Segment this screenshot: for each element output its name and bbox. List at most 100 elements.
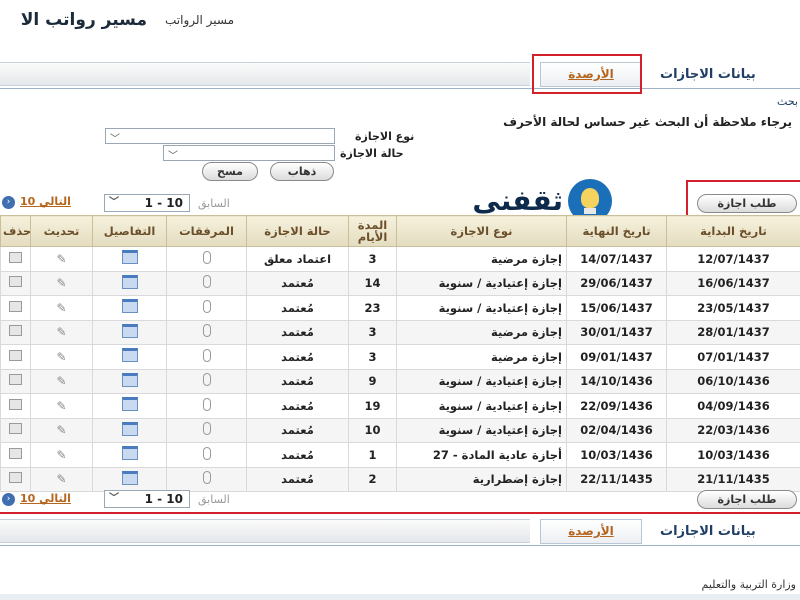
next-arrow-icon[interactable]: › xyxy=(2,196,15,209)
details-icon[interactable] xyxy=(121,372,138,387)
next-arrow-icon[interactable]: › xyxy=(2,493,15,506)
col-status[interactable]: حالة الاجازة xyxy=(246,215,349,247)
details-icon[interactable] xyxy=(121,397,138,412)
delete-icon[interactable] xyxy=(9,251,22,263)
details-icon[interactable] xyxy=(121,274,138,289)
update-cell[interactable]: ✎ xyxy=(30,466,93,492)
pencil-icon[interactable]: ✎ xyxy=(56,448,66,462)
tab-leave-data[interactable]: بيانات الاجازات xyxy=(660,67,756,82)
attachments-cell[interactable] xyxy=(166,393,247,419)
details-cell[interactable] xyxy=(92,270,167,296)
delete-cell[interactable] xyxy=(0,442,31,468)
leave-type-select[interactable]: ﹀ xyxy=(105,128,335,145)
delete-icon[interactable] xyxy=(9,276,22,288)
attachments-cell[interactable] xyxy=(166,417,247,443)
paperclip-icon[interactable] xyxy=(202,324,211,338)
details-icon[interactable] xyxy=(121,250,138,265)
details-cell[interactable] xyxy=(92,393,167,419)
details-cell[interactable] xyxy=(92,417,167,443)
update-cell[interactable]: ✎ xyxy=(30,295,93,321)
delete-icon[interactable] xyxy=(9,325,22,337)
details-cell[interactable] xyxy=(92,246,167,272)
update-cell[interactable]: ✎ xyxy=(30,319,93,345)
details-icon[interactable] xyxy=(121,446,138,461)
paperclip-icon[interactable] xyxy=(202,250,211,264)
delete-icon[interactable] xyxy=(9,398,22,410)
details-cell[interactable] xyxy=(92,442,167,468)
attachments-cell[interactable] xyxy=(166,270,247,296)
details-icon[interactable] xyxy=(121,299,138,314)
delete-cell[interactable] xyxy=(0,368,31,394)
paperclip-icon[interactable] xyxy=(202,471,211,485)
delete-cell[interactable] xyxy=(0,417,31,443)
request-leave-button-bottom[interactable]: طلب اجازة xyxy=(697,490,797,509)
tab-leave-data-bottom[interactable]: بيانات الاجازات xyxy=(660,524,756,539)
details-cell[interactable] xyxy=(92,368,167,394)
update-cell[interactable]: ✎ xyxy=(30,393,93,419)
details-icon[interactable] xyxy=(121,421,138,436)
update-cell[interactable]: ✎ xyxy=(30,270,93,296)
delete-icon[interactable] xyxy=(9,472,22,484)
delete-icon[interactable] xyxy=(9,447,22,459)
pencil-icon[interactable]: ✎ xyxy=(56,252,66,266)
attachments-cell[interactable] xyxy=(166,368,247,394)
delete-cell[interactable] xyxy=(0,295,31,321)
attachments-cell[interactable] xyxy=(166,319,247,345)
go-button[interactable]: ذهاب xyxy=(270,162,334,181)
details-icon[interactable] xyxy=(121,348,138,363)
paperclip-icon[interactable] xyxy=(202,373,211,387)
attachments-cell[interactable] xyxy=(166,466,247,492)
details-icon[interactable] xyxy=(121,470,138,485)
pencil-icon[interactable]: ✎ xyxy=(56,301,66,315)
prev-link[interactable]: السابق xyxy=(198,197,230,210)
col-duration[interactable]: المدة الأيام xyxy=(348,215,397,247)
pencil-icon[interactable]: ✎ xyxy=(56,423,66,437)
tab-balances-bottom[interactable]: الأرصدة xyxy=(540,519,642,544)
paperclip-icon[interactable] xyxy=(202,275,211,289)
update-cell[interactable]: ✎ xyxy=(30,417,93,443)
paperclip-icon[interactable] xyxy=(202,299,211,313)
leave-status-select[interactable]: ﹀ xyxy=(163,145,335,162)
range-select[interactable]: ﹀ 1 - 10 xyxy=(104,194,190,212)
next-link[interactable]: 10 التالي xyxy=(20,195,71,208)
attachments-cell[interactable] xyxy=(166,246,247,272)
attachments-cell[interactable] xyxy=(166,295,247,321)
update-cell[interactable]: ✎ xyxy=(30,246,93,272)
delete-cell[interactable] xyxy=(0,270,31,296)
delete-cell[interactable] xyxy=(0,319,31,345)
paperclip-icon[interactable] xyxy=(202,422,211,436)
details-cell[interactable] xyxy=(92,319,167,345)
details-cell[interactable] xyxy=(92,344,167,370)
delete-cell[interactable] xyxy=(0,393,31,419)
search-link[interactable]: بحث xyxy=(777,95,798,108)
update-cell[interactable]: ✎ xyxy=(30,368,93,394)
delete-icon[interactable] xyxy=(9,300,22,312)
pencil-icon[interactable]: ✎ xyxy=(56,276,66,290)
attachments-cell[interactable] xyxy=(166,344,247,370)
payroll-link[interactable]: مسير الرواتب xyxy=(165,13,234,27)
col-end-date[interactable]: تاريخ النهاية xyxy=(566,215,667,247)
pencil-icon[interactable]: ✎ xyxy=(56,374,66,388)
pencil-icon[interactable]: ✎ xyxy=(56,350,66,364)
delete-cell[interactable] xyxy=(0,246,31,272)
details-cell[interactable] xyxy=(92,466,167,492)
attachments-cell[interactable] xyxy=(166,442,247,468)
delete-cell[interactable] xyxy=(0,344,31,370)
update-cell[interactable]: ✎ xyxy=(30,344,93,370)
pencil-icon[interactable]: ✎ xyxy=(56,472,66,486)
pencil-icon[interactable]: ✎ xyxy=(56,399,66,413)
details-icon[interactable] xyxy=(121,323,138,338)
delete-icon[interactable] xyxy=(9,349,22,361)
update-cell[interactable]: ✎ xyxy=(30,442,93,468)
delete-icon[interactable] xyxy=(9,423,22,435)
paperclip-icon[interactable] xyxy=(202,446,211,460)
details-cell[interactable] xyxy=(92,295,167,321)
range-select-bottom[interactable]: ﹀ 1 - 10 xyxy=(104,490,190,508)
prev-link-bottom[interactable]: السابق xyxy=(198,493,230,506)
paperclip-icon[interactable] xyxy=(202,397,211,411)
col-start-date[interactable]: تاريخ البداية xyxy=(666,215,800,247)
clear-button[interactable]: مسح xyxy=(202,162,258,181)
pencil-icon[interactable]: ✎ xyxy=(56,325,66,339)
paperclip-icon[interactable] xyxy=(202,348,211,362)
delete-icon[interactable] xyxy=(9,374,22,386)
